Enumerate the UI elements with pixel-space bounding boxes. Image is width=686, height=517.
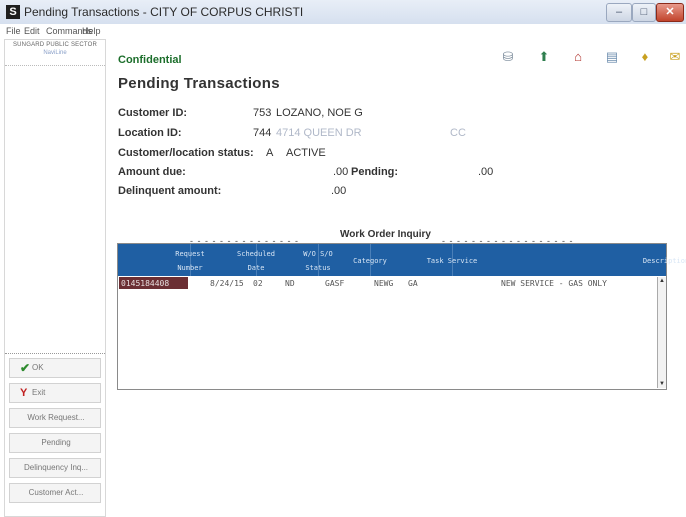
pending-label: Pending (41, 438, 71, 447)
title-bar: S Pending Transactions - CITY OF CORPUS … (0, 0, 686, 24)
disk-icon[interactable]: ⛁ (501, 50, 515, 64)
customer-id-value: 753 (253, 107, 272, 119)
request-number: 0145184408 (121, 279, 170, 288)
customer-activity-button[interactable]: Customer Act... (9, 483, 101, 503)
column-header-status[interactable]: W/O S/O Status (256, 244, 333, 276)
scroll-down-icon[interactable]: ▼ (658, 380, 666, 388)
menu-bar: File Edit Commands Help (0, 24, 686, 38)
wo-status: 02 (253, 279, 263, 288)
location-id-label: Location ID: (118, 127, 182, 139)
left-pane: SUNGARD PUBLIC SECTOR NaviLine ✔ OK Y Ex… (4, 39, 106, 517)
app-window: S Pending Transactions - CITY OF CORPUS … (0, 0, 686, 517)
minimize-button[interactable]: – (606, 3, 632, 22)
category: GASF (325, 279, 345, 288)
scroll-up-icon[interactable]: ▲ (658, 277, 666, 285)
delinquent-label: Delinquent amount: (118, 185, 222, 197)
envelope-icon[interactable]: ✉ (668, 50, 682, 64)
print-icon[interactable]: ▤ (605, 50, 619, 64)
ok-button[interactable]: ✔ OK (9, 358, 101, 378)
pending-button[interactable]: Pending (9, 433, 101, 453)
column-header-description[interactable]: Description (452, 244, 686, 276)
exit-button[interactable]: Y Exit (9, 383, 101, 403)
service: GA (408, 279, 418, 288)
status-text-value: ACTIVE (286, 147, 326, 159)
status-label: Customer/location status: (118, 147, 254, 159)
work-request-button[interactable]: Work Request... (9, 408, 101, 428)
column-header-task-service[interactable]: Task Service (370, 244, 477, 276)
customer-id-label: Customer ID: (118, 107, 188, 119)
window-title: Pending Transactions - CITY OF CORPUS CH… (24, 5, 304, 19)
status-code-value: A (266, 147, 274, 159)
work-order-table: Request Number Scheduled Date W/O S/O St… (117, 243, 686, 390)
delinquency-label: Delinquency Inq... (23, 463, 89, 472)
so-status: ND (285, 279, 295, 288)
header-text: Description (642, 257, 686, 265)
task: NEWG (374, 279, 394, 288)
column-header-request[interactable]: Request Number (118, 244, 205, 276)
amount-due-label: Amount due: (118, 166, 186, 178)
selected-cell[interactable]: 0145184408 (119, 277, 188, 289)
brand-product: NaviLine (43, 50, 67, 56)
customer-name-value: LOZANO, NOE G (276, 107, 363, 119)
menu-file[interactable]: File (6, 26, 21, 36)
confidential-label: Confidential (118, 54, 182, 66)
brand-name: SUNGARD PUBLIC SECTOR (12, 42, 98, 48)
description: NEW SERVICE - GAS ONLY (501, 279, 607, 288)
location-address-value: 4714 QUEEN DR (276, 127, 362, 139)
scheduled-date: 8/24/15 (210, 279, 244, 288)
column-header-date[interactable]: Scheduled Date (190, 244, 275, 276)
app-icon: S (6, 5, 20, 19)
divider (5, 353, 105, 354)
maximize-button[interactable]: □ (632, 3, 656, 22)
table-header: Request Number Scheduled Date W/O S/O St… (118, 244, 686, 276)
location-suffix-value: CC (450, 127, 466, 139)
divider (5, 65, 105, 66)
vertical-scrollbar[interactable]: ▲ ▼ (657, 277, 666, 388)
pending-value: .00 (478, 166, 494, 178)
check-icon: ✔ (20, 361, 31, 375)
arrow-up-icon[interactable]: ⬆ (537, 50, 551, 64)
customer-activity-label: Customer Act... (28, 488, 84, 497)
table-row[interactable]: 0145184408 8/24/15 02 ND GASF NEWG GA NE… (118, 277, 666, 290)
menu-help[interactable]: Help (82, 26, 101, 36)
section-title: Work Order Inquiry (340, 229, 431, 240)
exit-label: Exit (32, 388, 46, 397)
pending-label: Pending: (351, 166, 399, 178)
x-icon: Y (20, 387, 28, 399)
home-icon[interactable]: ⌂ (571, 50, 585, 64)
page-title: Pending Transactions (118, 75, 280, 92)
menu-edit[interactable]: Edit (24, 26, 40, 36)
work-request-label: Work Request... (27, 413, 85, 422)
ok-label: OK (32, 363, 44, 372)
delinquent-value: .00 (331, 185, 347, 197)
amount-due-value: .00 (333, 166, 349, 178)
delinquency-inquiry-button[interactable]: Delinquency Inq... (9, 458, 101, 478)
lightbulb-icon[interactable]: ♦ (638, 50, 652, 64)
location-id-value: 744 (253, 127, 272, 139)
close-button[interactable]: ✕ (656, 3, 684, 22)
column-header-category[interactable]: Category (318, 244, 387, 276)
